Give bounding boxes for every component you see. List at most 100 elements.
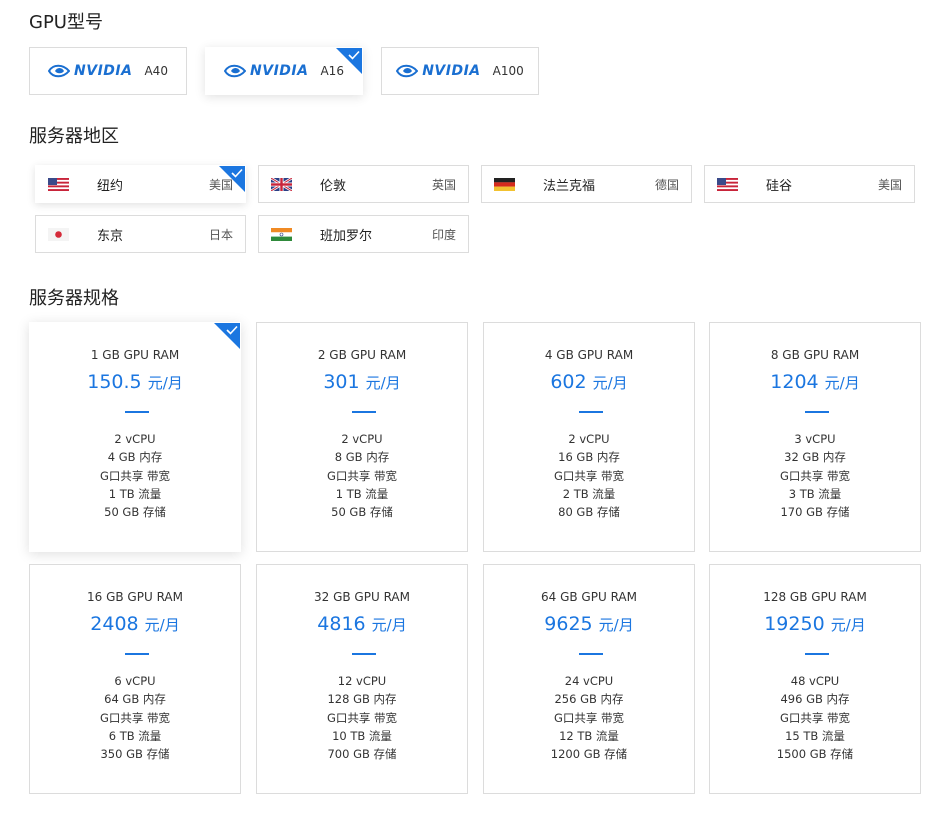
plan-gpu-ram: 8 GB GPU RAM (770, 348, 860, 362)
plan-details: 24 vCPU 256 GB 内存 G口共享 带宽 12 TB 流量 1200 GB 存… (484, 672, 694, 763)
gpu-section-title: GPU型号 (29, 12, 103, 33)
plan-gpu-ram: 32 GB GPU RAM (314, 590, 410, 604)
region-option-siliconvalley[interactable]: 硅谷 美国 (704, 165, 915, 203)
plan-bandwidth: G口共享 带宽 (553, 468, 625, 483)
region-option-bangalore[interactable]: 班加罗尔 印度 (258, 215, 469, 253)
plan-divider (125, 653, 149, 655)
uk-flag-icon (271, 178, 292, 191)
plan-vcpu: 3 vCPU (794, 432, 836, 446)
plan-gpu-ram: 2 GB GPU RAM (317, 348, 407, 362)
plan-gpu-ram: 16 GB GPU RAM (87, 590, 183, 604)
plan-storage: 350 GB 存储 (100, 747, 170, 762)
spec-plan-card[interactable]: 128 GB GPU RAM 19250 元/月 48 vCPU 496 GB 内存 G… (709, 564, 921, 794)
plan-divider (579, 653, 603, 655)
plan-divider (805, 653, 829, 655)
nvidia-brand-text: NVIDIA (74, 63, 133, 79)
plan-details: 3 vCPU 32 GB 内存 G口共享 带宽 3 TB 流量 170 GB 存储 (710, 430, 920, 521)
selected-check-icon (219, 166, 245, 192)
region-country: 英国 (431, 177, 456, 192)
plan-traffic: 10 TB 流量 (332, 728, 392, 743)
plan-bandwidth: G口共享 带宽 (326, 710, 398, 725)
plan-price-value: 4816 (317, 613, 366, 635)
plan-price-value: 150.5 (87, 371, 142, 393)
nvidia-logo-icon: NVIDIA (48, 63, 132, 79)
plan-vcpu: 2 vCPU (341, 432, 383, 446)
region-section-title: 服务器地区 (29, 126, 119, 147)
plan-price: 9625 元/月 (484, 613, 694, 635)
plan-details: 48 vCPU 496 GB 内存 G口共享 带宽 15 TB 流量 1500 GB 存… (710, 672, 920, 763)
plan-bandwidth: G口共享 带宽 (779, 710, 851, 725)
plan-price-unit: 元/月 (824, 374, 860, 392)
plan-price-unit: 元/月 (592, 374, 628, 392)
plan-traffic: 3 TB 流量 (788, 486, 842, 501)
plan-vcpu: 6 vCPU (114, 674, 156, 688)
gpu-model-label: A100 (492, 64, 524, 78)
spec-plan-card[interactable]: 16 GB GPU RAM 2408 元/月 6 vCPU 64 GB 内存 G口共享 … (29, 564, 241, 794)
us-flag-icon (717, 178, 738, 191)
spec-plan-card[interactable]: 2 GB GPU RAM 301 元/月 2 vCPU 8 GB 内存 G口共享 带宽 1… (256, 322, 468, 552)
plan-storage: 50 GB 存储 (104, 505, 166, 520)
plan-memory: 496 GB 内存 (780, 692, 850, 707)
plan-price: 4816 元/月 (257, 613, 467, 635)
spec-plan-card[interactable]: 1 GB GPU RAM 150.5 元/月 2 vCPU 4 GB 内存 G口共享 带… (29, 322, 241, 552)
region-city: 班加罗尔 (320, 228, 373, 244)
plan-price: 2408 元/月 (30, 613, 240, 635)
plan-vcpu: 24 vCPU (564, 674, 614, 688)
region-option-london[interactable]: 伦敦 英国 (258, 165, 469, 203)
plan-price-unit: 元/月 (144, 616, 180, 634)
plan-bandwidth: G口共享 带宽 (779, 468, 851, 483)
region-city: 纽约 (97, 178, 124, 194)
plan-traffic: 12 TB 流量 (559, 728, 619, 743)
plan-price-unit: 元/月 (147, 374, 183, 392)
plan-memory: 16 GB 内存 (558, 450, 620, 465)
plan-price: 602 元/月 (484, 371, 694, 393)
gpu-option-a100[interactable]: NVIDIA A100 (381, 47, 539, 95)
plan-price-value: 9625 (544, 613, 593, 635)
plan-price-unit: 元/月 (830, 616, 866, 634)
plan-bandwidth: G口共享 带宽 (326, 468, 398, 483)
plan-details: 6 vCPU 64 GB 内存 G口共享 带宽 6 TB 流量 350 GB 存储 (30, 672, 240, 763)
gpu-option-a16[interactable]: NVIDIA A16 (205, 47, 363, 95)
plan-storage: 1200 GB 存储 (550, 747, 628, 762)
plan-details: 12 vCPU 128 GB 内存 G口共享 带宽 10 TB 流量 700 GB 存储 (257, 672, 467, 763)
plan-price: 1204 元/月 (710, 371, 920, 393)
gpu-option-a40[interactable]: NVIDIA A40 (29, 47, 187, 95)
plan-details: 2 vCPU 8 GB 内存 G口共享 带宽 1 TB 流量 50 GB 存储 (257, 430, 467, 521)
plan-vcpu: 2 vCPU (114, 432, 156, 446)
region-option-frankfurt[interactable]: 法兰克福 德国 (481, 165, 692, 203)
plan-storage: 170 GB 存储 (780, 505, 850, 520)
plan-gpu-ram: 4 GB GPU RAM (544, 348, 634, 362)
region-country: 印度 (431, 227, 456, 242)
plan-details: 2 vCPU 16 GB 内存 G口共享 带宽 2 TB 流量 80 GB 存储 (484, 430, 694, 521)
spec-section-title: 服务器规格 (29, 288, 119, 309)
plan-price-unit: 元/月 (371, 616, 407, 634)
us-flag-icon (48, 178, 69, 191)
plan-divider (352, 653, 376, 655)
de-flag-icon (494, 178, 515, 191)
plan-price: 150.5 元/月 (30, 371, 240, 393)
spec-plan-card[interactable]: 64 GB GPU RAM 9625 元/月 24 vCPU 256 GB 内存 G口共… (483, 564, 695, 794)
spec-plan-card[interactable]: 32 GB GPU RAM 4816 元/月 12 vCPU 128 GB 内存 G口共… (256, 564, 468, 794)
in-flag-icon (271, 228, 292, 241)
plan-storage: 50 GB 存储 (331, 505, 393, 520)
region-option-newyork[interactable]: 纽约 美国 (35, 165, 246, 203)
plan-memory: 256 GB 内存 (554, 692, 624, 707)
region-city: 法兰克福 (543, 178, 596, 194)
plan-traffic: 6 TB 流量 (108, 728, 162, 743)
spec-plan-card[interactable]: 8 GB GPU RAM 1204 元/月 3 vCPU 32 GB 内存 G口共享 带… (709, 322, 921, 552)
plan-gpu-ram: 1 GB GPU RAM (90, 348, 180, 362)
plan-price-value: 2408 (90, 613, 139, 635)
plan-divider (579, 411, 603, 413)
spec-plan-card[interactable]: 4 GB GPU RAM 602 元/月 2 vCPU 16 GB 内存 G口共享 带宽… (483, 322, 695, 552)
nvidia-brand-text: NVIDIA (422, 63, 481, 79)
region-city: 伦敦 (320, 178, 347, 194)
plan-storage: 700 GB 存储 (327, 747, 397, 762)
plan-memory: 64 GB 内存 (104, 692, 166, 707)
region-country: 日本 (208, 227, 233, 242)
plan-bandwidth: G口共享 带宽 (99, 710, 171, 725)
plan-memory: 128 GB 内存 (327, 692, 397, 707)
plan-memory: 8 GB 内存 (334, 450, 390, 465)
region-city: 硅谷 (766, 178, 793, 194)
plan-gpu-ram: 128 GB GPU RAM (763, 590, 867, 604)
region-option-tokyo[interactable]: 东京 日本 (35, 215, 246, 253)
